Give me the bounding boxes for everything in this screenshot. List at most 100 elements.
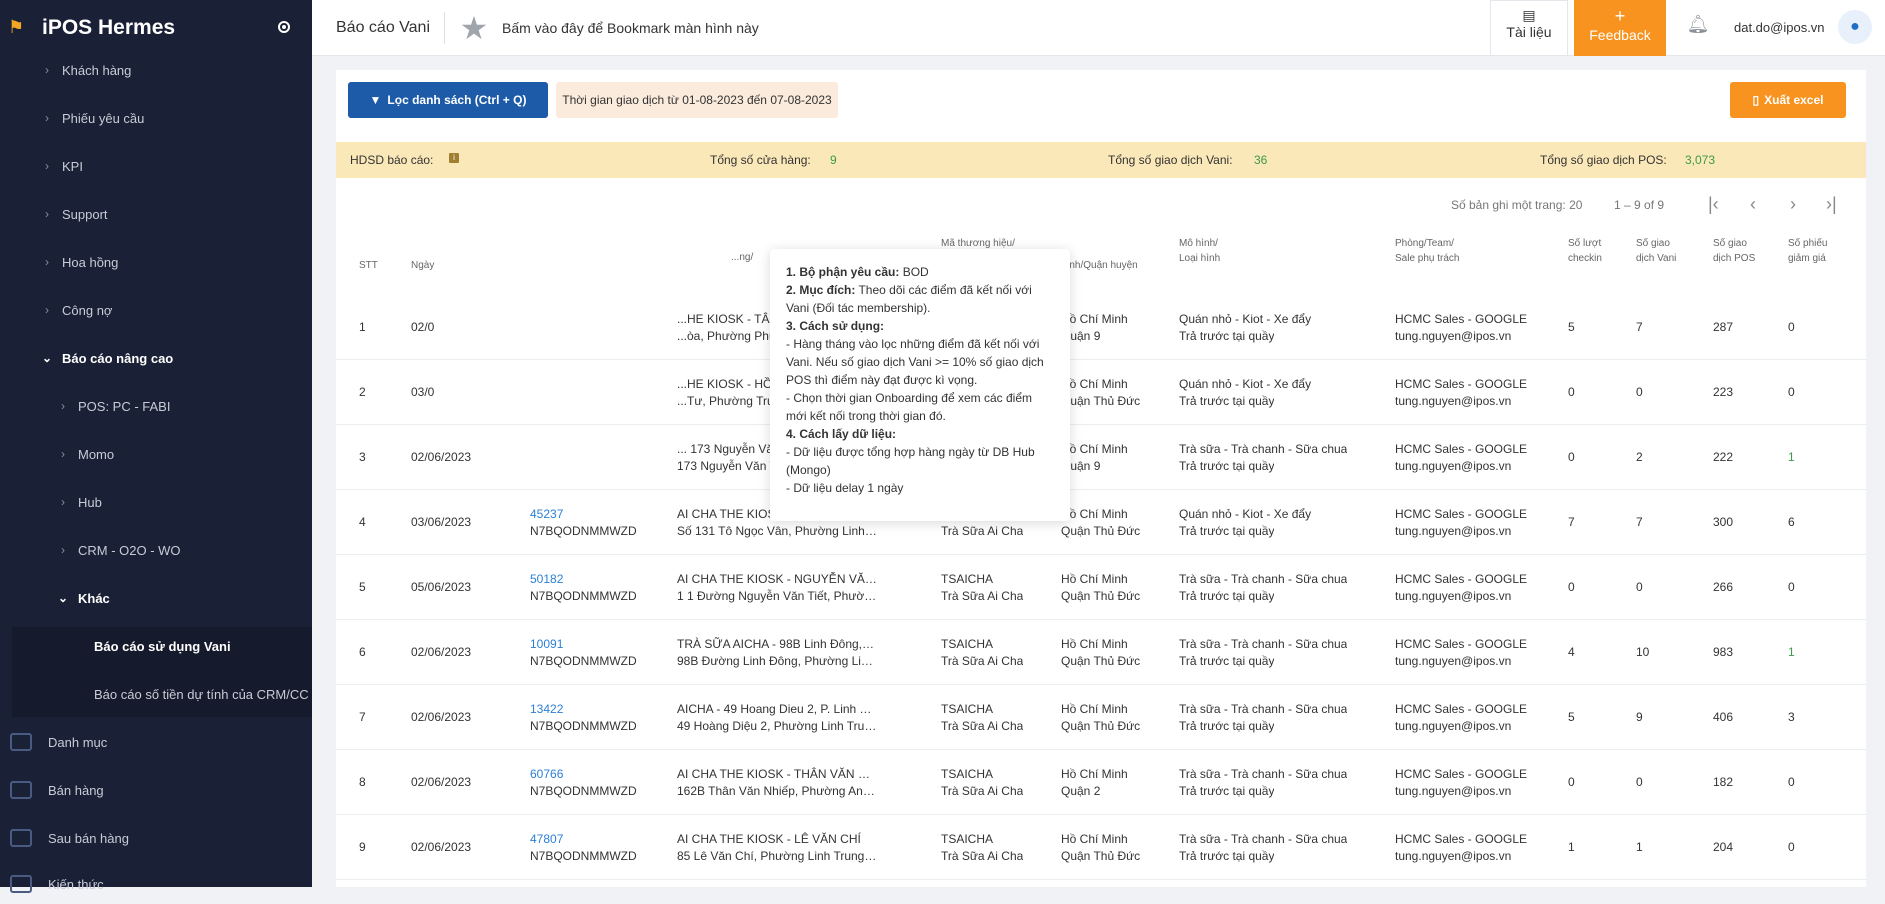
table-row[interactable]: 8 02/06/2023 60766 N7BQODNMMWZD AI CHA THE K… xyxy=(336,750,1866,815)
sidebar-item-momo[interactable]: › Momo xyxy=(0,434,312,474)
tooltip-text-3b: - Chọn thời gian Onboarding để xem các đ… xyxy=(786,391,1032,423)
export-excel-button[interactable]: ▯ Xuất excel xyxy=(1730,82,1846,118)
sidebar-item-khac[interactable]: ⌄ Khác xyxy=(0,578,312,618)
summary-bar: HDSD báo cáo: i Tổng số cửa hàng: 9 Tổng… xyxy=(336,142,1866,178)
sidebar-item-danh-muc[interactable]: Danh mục xyxy=(0,722,312,762)
filter-list-button[interactable]: ▼ Lọc danh sách (Ctrl + Q) xyxy=(348,82,548,118)
bookmark-link[interactable]: Bấm vào đây để Bookmark màn hình này xyxy=(502,20,759,36)
cell-model2: Trả trước tại quầy xyxy=(1179,849,1275,863)
cell-team1: HCMC Sales - GOOGLE xyxy=(1395,507,1528,521)
sidebar-item-label: Support xyxy=(62,206,108,222)
stores-label: Tổng số cửa hàng: xyxy=(710,153,811,167)
cell-id[interactable]: 60766 xyxy=(530,766,563,783)
sidebar-item-kpi[interactable]: › KPI xyxy=(0,146,312,186)
prev-page-icon[interactable]: ‹ xyxy=(1750,194,1756,215)
file-icon: ▯ xyxy=(1752,93,1760,107)
brand: ⚑ iPOS Hermes xyxy=(0,0,312,56)
star-bookmark-icon[interactable]: ★ xyxy=(456,10,492,46)
documents-label: Tài liệu xyxy=(1506,24,1552,40)
rows-per-page[interactable]: Số bản ghi một trang: 20 xyxy=(1451,198,1582,212)
cell-brand1: TSAICHA xyxy=(941,832,994,846)
sidebar-item-label: Kiến thức xyxy=(48,876,104,892)
cell-vani: 7 xyxy=(1636,515,1643,529)
main-content: ▼ Lọc danh sách (Ctrl + Q) Thời gian gia… xyxy=(336,70,1866,887)
sidebar-item-label: Khác xyxy=(78,590,110,606)
sidebar-item-crm-o2o-wo[interactable]: › CRM - O2O - WO xyxy=(0,530,312,570)
user-email[interactable]: dat.do@ipos.vn xyxy=(1734,20,1825,35)
sidebar-item-support[interactable]: › Support xyxy=(0,194,312,234)
last-page-icon[interactable]: ›| xyxy=(1826,194,1837,215)
col-header-store: ...ng/ xyxy=(731,252,754,263)
table-row[interactable]: 3 02/06/2023... 173 Nguyễn Văn Tăng, Q.9 1… xyxy=(336,425,1866,490)
bell-icon[interactable]: 🔔︎ xyxy=(1686,14,1710,38)
feedback-button[interactable]: + Feedback xyxy=(1574,0,1666,56)
documents-button[interactable]: ▤ Tài liệu xyxy=(1490,0,1568,56)
cell-code: N7BQODNMMWZD xyxy=(530,524,637,538)
cell-model2: Trả trước tại quầy xyxy=(1179,784,1275,798)
cell-team2: tung.nguyen@ipos.vn xyxy=(1395,329,1512,343)
cell-pos: 300 xyxy=(1713,515,1734,529)
sidebar-item-phieu-yeu-cau[interactable]: › Phiếu yêu cầu xyxy=(0,98,312,138)
cell-store2: 162B Thân Văn Nhiếp, Phường An P... xyxy=(677,784,877,798)
table-row[interactable]: 1 02/0 ...HE KIOSK - TÂY HÒA ...òa, Phường … xyxy=(336,295,1866,360)
cell-model1: Trà sữa - Trà chanh - Sữa chua xyxy=(1179,637,1348,651)
col-header-stt: STT xyxy=(359,260,378,271)
sidebar-item-kien-thuc[interactable]: Kiến thức xyxy=(0,864,312,904)
sidebar-item-sau-ban-hang[interactable]: Sau bán hàng xyxy=(0,818,312,858)
cell-team2: tung.nguyen@ipos.vn xyxy=(1395,784,1512,798)
cell-prov2: Quận Thủ Đức xyxy=(1061,654,1141,668)
first-page-icon[interactable]: |‹ xyxy=(1708,194,1719,215)
table-row[interactable]: 4 03/06/2023 45237 N7BQODNMMWZD AI CHA THE K… xyxy=(336,490,1866,555)
cell-prov1: Hồ Chí Minh xyxy=(1061,637,1128,651)
cell-team2: tung.nguyen@ipos.vn xyxy=(1395,589,1512,603)
cell-team2: tung.nguyen@ipos.vn xyxy=(1395,719,1512,733)
table-row[interactable]: 9 02/06/2023 47807 N7BQODNMMWZD AI CHA THE K… xyxy=(336,815,1866,880)
sidebar-item-label: POS: PC - FABI xyxy=(78,398,171,414)
pos-value: 3,073 xyxy=(1685,153,1716,167)
cell-code: N7BQODNMMWZD xyxy=(530,784,637,798)
cell-store1: AI CHA THE KIOSK - THÂN VĂN NHI... xyxy=(677,767,877,781)
cell-coupon: 6 xyxy=(1788,515,1795,529)
cell-checkin: 0 xyxy=(1568,580,1575,594)
cell-prov1: Hồ Chí Minh xyxy=(1061,377,1128,391)
cell-stt: 3 xyxy=(359,450,366,464)
table-row[interactable]: 7 02/06/2023 13422 N7BQODNMMWZD AICHA - 49 H… xyxy=(336,685,1866,750)
col-header-model: Mô hình/ Loại hình xyxy=(1179,238,1221,264)
sidebar-item-cong-no[interactable]: › Công nợ xyxy=(0,290,312,330)
sidebar-item-khach-hang[interactable]: › Khách hàng xyxy=(0,50,312,90)
sidebar-item-pos-pc-fabi[interactable]: › POS: PC - FABI xyxy=(0,386,312,426)
cell-id[interactable]: 13422 xyxy=(530,701,563,718)
vani-label: Tổng số giao dịch Vani: xyxy=(1108,153,1233,167)
sidebar-item-bao-cao-nang-cao[interactable]: ⌄ Báo cáo nâng cao xyxy=(0,338,312,378)
cell-vani: 2 xyxy=(1636,450,1643,464)
cell-date: 02/0 xyxy=(411,320,435,334)
table-row[interactable]: 5 05/06/2023 50182 N7BQODNMMWZD AI CHA THE K… xyxy=(336,555,1866,620)
avatar[interactable]: ● xyxy=(1838,10,1872,44)
sidebar-item-bao-cao-so-tien-crm[interactable]: Báo cáo số tiền dự tính của CRM/CC xyxy=(0,674,312,714)
cell-id[interactable]: 10091 xyxy=(530,636,563,653)
tooltip-title-1: 1. Bộ phận yêu cầu: xyxy=(786,265,900,279)
cell-store2: 49 Hoàng Diệu 2, Phường Linh Trun... xyxy=(677,719,877,733)
cell-brand2: Trà Sữa Ai Cha xyxy=(941,849,1024,863)
sidebar-item-hoa-hong[interactable]: › Hoa hồng xyxy=(0,242,312,282)
sidebar-toggle-icon[interactable] xyxy=(278,21,290,33)
header-divider xyxy=(444,12,445,44)
cell-checkin: 0 xyxy=(1568,775,1575,789)
cell-model1: Quán nhỏ - Kiot - Xe đẩy xyxy=(1179,312,1312,326)
sidebar-item-hub[interactable]: › Hub xyxy=(0,482,312,522)
cell-id[interactable]: 45237 xyxy=(530,506,563,523)
cell-date: 02/06/2023 xyxy=(411,840,472,854)
next-page-icon[interactable]: › xyxy=(1790,194,1796,215)
col-header-date: Ngày xyxy=(411,260,435,271)
cell-brand2: Trà Sữa Ai Cha xyxy=(941,719,1024,733)
cell-date: 02/06/2023 xyxy=(411,710,472,724)
cell-store1: AI CHA THE KIOSK - LÊ VĂN CHÍ xyxy=(677,832,861,846)
table-row[interactable]: 6 02/06/2023 10091 N7BQODNMMWZD TRÀ SỮA AICH… xyxy=(336,620,1866,685)
table-row[interactable]: 2 03/0 ...HE KIOSK - HỒ VĂN TƯ ...Tư, Phườn… xyxy=(336,360,1866,425)
sidebar-item-label: Hoa hồng xyxy=(62,254,119,270)
cell-id[interactable]: 50182 xyxy=(530,571,563,588)
info-icon[interactable]: i xyxy=(449,153,459,163)
cell-id[interactable]: 47807 xyxy=(530,831,563,848)
sidebar-item-bao-cao-su-dung-vani[interactable]: Báo cáo sử dụng Vani xyxy=(0,626,312,666)
sidebar-item-ban-hang[interactable]: Bán hàng xyxy=(0,770,312,810)
